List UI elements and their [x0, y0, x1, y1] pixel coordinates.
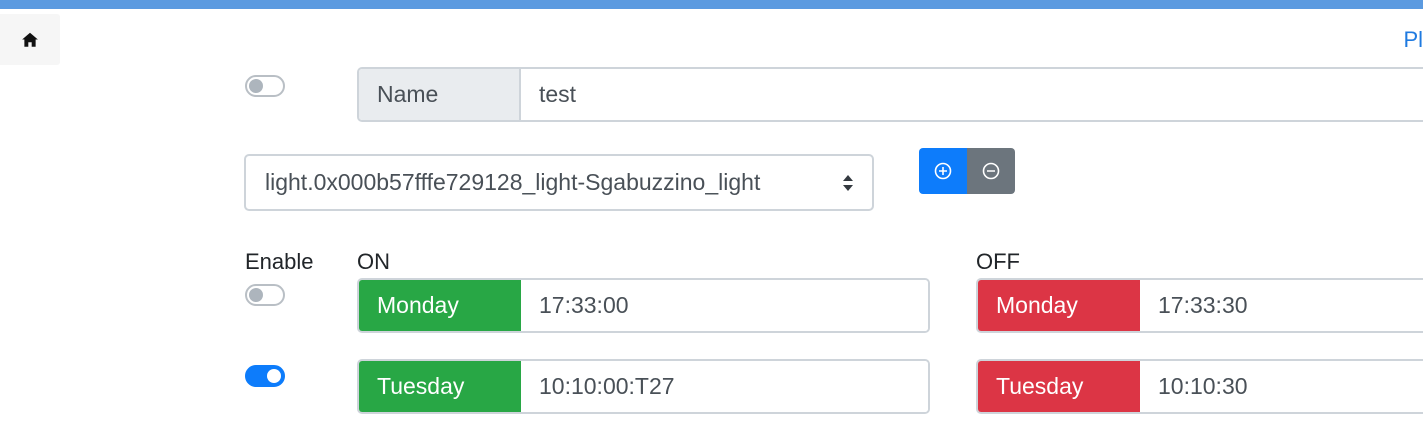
toggle-knob: [249, 79, 263, 93]
top-right-link[interactable]: Pl: [1403, 27, 1423, 53]
off-day-label: Tuesday: [978, 361, 1140, 412]
on-time-input[interactable]: 17:33:00: [521, 280, 928, 331]
on-day-label: Tuesday: [359, 361, 521, 412]
entity-select[interactable]: light.0x000b57fffe729128_light-Sgabuzzin…: [244, 154, 874, 211]
name-input-group: Name test: [357, 67, 1423, 122]
off-time-group: Monday 17:33:30: [976, 278, 1423, 333]
off-time-input[interactable]: 10:10:30: [1140, 361, 1423, 412]
scene-enable-toggle[interactable]: [245, 75, 285, 97]
on-day-label: Monday: [359, 280, 521, 331]
toggle-knob: [249, 288, 263, 302]
name-input[interactable]: test: [521, 69, 1423, 120]
home-button[interactable]: [0, 14, 60, 65]
on-time-input[interactable]: 10:10:00:T27: [521, 361, 928, 412]
entity-select-value: light.0x000b57fffe729128_light-Sgabuzzin…: [265, 169, 761, 195]
schedule-row-enable-toggle[interactable]: [245, 365, 285, 387]
name-label: Name: [359, 69, 521, 120]
home-icon: [22, 32, 38, 47]
top-accent-bar: [0, 0, 1423, 9]
off-time-input[interactable]: 17:33:30: [1140, 280, 1423, 331]
off-column-label: OFF: [976, 249, 1020, 274]
minus-circle-icon: [982, 162, 1000, 180]
select-arrows-icon: [843, 175, 853, 191]
on-time-group: Monday 17:33:00: [357, 278, 930, 333]
plus-circle-icon: [934, 162, 952, 180]
toggle-knob: [267, 369, 281, 383]
remove-entity-button[interactable]: [967, 148, 1015, 194]
off-time-group: Tuesday 10:10:30: [976, 359, 1423, 414]
on-time-group: Tuesday 10:10:00:T27: [357, 359, 930, 414]
entity-button-group: [919, 148, 1015, 194]
off-day-label: Monday: [978, 280, 1140, 331]
add-entity-button[interactable]: [919, 148, 967, 194]
on-column-label: ON: [357, 249, 390, 274]
schedule-row-enable-toggle[interactable]: [245, 284, 285, 306]
enable-column-label: Enable: [245, 249, 314, 274]
